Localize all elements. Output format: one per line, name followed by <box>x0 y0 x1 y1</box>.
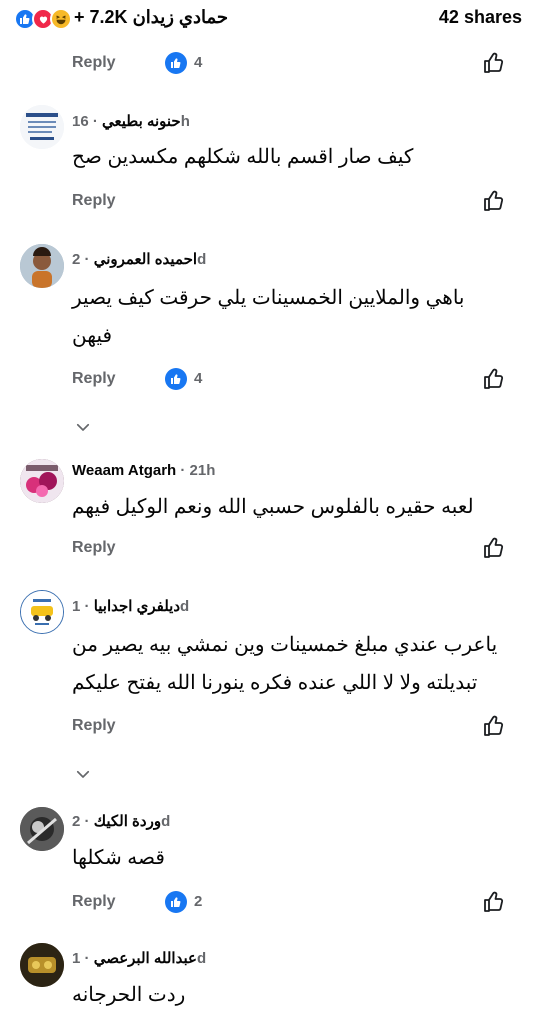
comment-text: لعبه حقيره بالفلوس حسبي الله ونعم الوكيل… <box>72 496 474 518</box>
comment-actions: Reply <box>0 712 540 742</box>
comment-text-line: ياعرب عندي مبلغ خمسينات وين نمشي بيه يصي… <box>72 634 498 656</box>
like-reaction-icon <box>165 368 187 390</box>
like-thumb-icon[interactable] <box>482 51 506 75</box>
comment-actions: Reply 2 <box>0 888 540 918</box>
comment-text-line: تبديلته ولا لا اللي عنده فكره ينورنا الل… <box>72 672 478 694</box>
reply-button[interactable]: Reply <box>72 893 116 911</box>
avatar[interactable] <box>20 943 64 987</box>
comment-text: ردت الحرجانه <box>72 984 186 1006</box>
avatar[interactable] <box>20 807 64 851</box>
comment-text: ياعرب عندي مبلغ خمسينات وين نمشي بيه يصي… <box>72 626 502 702</box>
reaction-summary[interactable]: + 7.2K حمادي زيدان <box>74 7 228 28</box>
like-reaction-icon <box>165 891 187 913</box>
comment-actions: Reply 4 <box>0 365 540 395</box>
shares-count[interactable]: 42 shares <box>439 7 522 28</box>
comment-meta: وردة الكيك · 2d <box>72 813 171 830</box>
reply-button[interactable]: Reply <box>72 370 116 388</box>
like-thumb-icon[interactable] <box>482 890 506 914</box>
reply-button[interactable]: Reply <box>72 717 116 735</box>
reply-button[interactable]: Reply <box>72 54 116 72</box>
comment-text-line: باهي والملايين الخمسينات يلي حرقت كيف يص… <box>72 287 465 309</box>
comment-meta: عبدالله البرعصي · 1d <box>72 950 207 967</box>
reaction-names: حمادي زيدان <box>132 7 229 27</box>
reply-button[interactable]: Reply <box>72 192 116 210</box>
like-count: 2 <box>194 893 203 910</box>
comment-text-line: فيهن <box>72 325 113 347</box>
comment-meta: ديلفري اجدابيا · 1d <box>72 598 190 615</box>
chevron-down-icon[interactable] <box>74 418 92 436</box>
avatar[interactable] <box>20 105 64 149</box>
like-reaction-icon <box>165 52 187 74</box>
reply-button[interactable]: Reply <box>72 539 116 557</box>
reaction-count: + 7.2K <box>74 7 128 27</box>
comment-meta: احميده العمروني · 2d <box>72 251 207 268</box>
comment-actions: Reply <box>0 534 540 564</box>
comment-author[interactable]: عبدالله البرعصي <box>94 950 197 967</box>
like-thumb-icon[interactable] <box>482 536 506 560</box>
comment-actions: Reply <box>0 187 540 217</box>
comment-author[interactable]: وردة الكيك <box>94 813 161 830</box>
comment-author[interactable]: احميده العمروني <box>94 251 197 268</box>
comment-author[interactable]: Weaam Atgarh <box>72 462 176 479</box>
comment-time[interactable]: 21h <box>190 462 216 479</box>
like-thumb-icon[interactable] <box>482 189 506 213</box>
avatar[interactable] <box>20 590 64 634</box>
post-reactions-bar: + 7.2K حمادي زيدان 42 shares <box>0 0 540 40</box>
comment-actions: Reply 4 <box>0 49 540 79</box>
comment-author[interactable]: ديلفري اجدابيا <box>94 598 180 615</box>
comment-author[interactable]: حنونه بطيعي <box>102 113 181 130</box>
reaction-icons[interactable] <box>14 7 72 31</box>
chevron-down-icon[interactable] <box>74 765 92 783</box>
comment-text: قصه شكلها <box>72 847 165 869</box>
haha-icon <box>50 8 72 30</box>
comment-text: باهي والملايين الخمسينات يلي حرقت كيف يص… <box>72 279 502 355</box>
comment-meta: حنونه بطيعي · 16h <box>72 113 190 130</box>
comment-text: كيف صار اقسم بالله شكلهم مكسدين صح <box>72 146 414 168</box>
like-count: 4 <box>194 370 203 387</box>
like-thumb-icon[interactable] <box>482 367 506 391</box>
avatar[interactable] <box>20 244 64 288</box>
like-thumb-icon[interactable] <box>482 714 506 738</box>
like-count: 4 <box>194 54 203 71</box>
avatar[interactable] <box>20 459 64 503</box>
comment-meta: Weaam Atgarh · 21h <box>72 462 216 479</box>
